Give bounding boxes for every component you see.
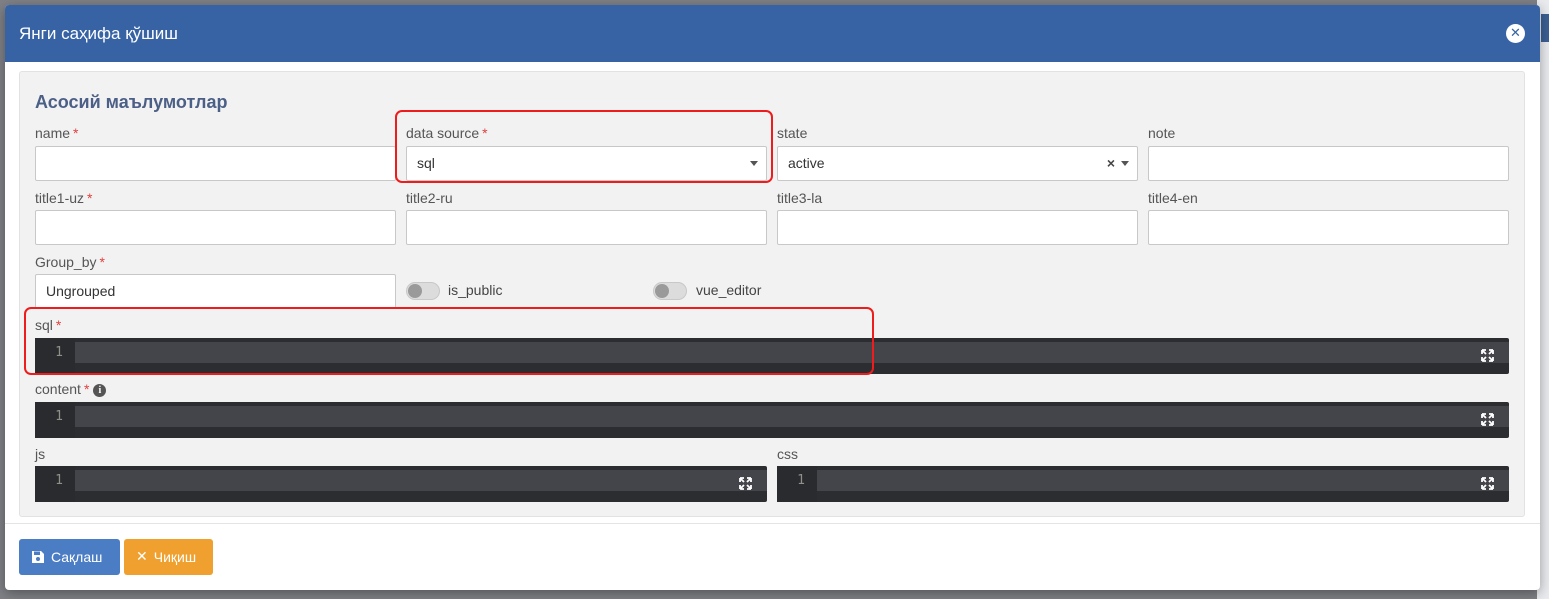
required-mark: * xyxy=(482,125,488,141)
save-button-label: Сақлаш xyxy=(51,549,103,565)
clear-icon[interactable]: × xyxy=(1107,147,1115,180)
group-by-input[interactable]: Ungrouped xyxy=(35,274,396,309)
state-label: state xyxy=(777,125,808,141)
required-mark: * xyxy=(87,190,93,206)
expand-icon[interactable] xyxy=(1481,477,1494,490)
info-icon[interactable]: i xyxy=(93,384,107,397)
section-title: Асосий маълумотлар xyxy=(35,92,228,112)
x-icon: ✕ xyxy=(136,549,148,565)
modal-header: Янги саҳифа қўшиш ✕ xyxy=(5,5,1540,62)
required-mark: * xyxy=(55,317,62,333)
note-label: note xyxy=(1148,125,1176,141)
required-mark: * xyxy=(73,125,79,141)
css-editor[interactable]: 1 xyxy=(777,466,1509,502)
exit-button-label: Чиқиш xyxy=(153,549,197,565)
title2-label: title2-ru xyxy=(406,190,453,206)
data-source-label-text: data source xyxy=(406,125,480,141)
chevron-down-icon xyxy=(750,161,758,166)
js-editor[interactable]: 1 xyxy=(35,466,767,502)
expand-icon[interactable] xyxy=(1481,349,1494,362)
title3-label: title3-la xyxy=(777,190,823,206)
vue-editor-label: vue_editor xyxy=(696,282,762,298)
vue-editor-toggle[interactable] xyxy=(653,282,687,300)
name-input[interactable] xyxy=(35,146,396,181)
toggle-knob xyxy=(408,284,422,298)
active-line xyxy=(817,470,1509,491)
name-label-text: name xyxy=(35,125,71,141)
exit-button[interactable]: ✕ Чиқиш xyxy=(124,539,213,575)
sql-label-text: sql xyxy=(35,317,53,333)
expand-icon[interactable] xyxy=(739,477,752,490)
active-line xyxy=(75,406,1509,427)
add-page-modal: Янги саҳифа қўшиш ✕ Асосий маълумотлар n… xyxy=(5,5,1540,590)
content-label: content * i xyxy=(35,381,107,397)
title4-en-input[interactable] xyxy=(1148,210,1509,245)
main-info-panel: Асосий маълумотлар name * data source * sq… xyxy=(19,71,1525,517)
css-label: css xyxy=(777,446,798,462)
close-icon[interactable]: ✕ xyxy=(1506,24,1525,43)
modal-title: Янги саҳифа қўшиш xyxy=(19,23,178,43)
state-value: active xyxy=(788,155,825,171)
active-line xyxy=(75,342,1509,363)
line-number: 1 xyxy=(35,466,75,502)
group-by-label-text: Group_by xyxy=(35,254,97,270)
active-line xyxy=(75,470,767,491)
title3-la-input[interactable] xyxy=(777,210,1138,245)
data-source-select[interactable]: sql xyxy=(406,146,767,181)
note-input[interactable] xyxy=(1148,146,1509,181)
name-label: name * xyxy=(35,125,78,141)
title1-uz-input[interactable] xyxy=(35,210,396,245)
background-tab xyxy=(1541,14,1549,42)
data-source-value: sql xyxy=(417,155,435,171)
toggle-knob xyxy=(655,284,669,298)
sql-editor[interactable]: 1 xyxy=(35,338,1509,374)
line-number: 1 xyxy=(35,402,75,438)
save-button[interactable]: Сақлаш xyxy=(19,539,120,575)
content-label-text: content xyxy=(35,381,81,397)
is-public-toggle[interactable] xyxy=(406,282,440,300)
line-number: 1 xyxy=(35,338,75,374)
title1-label: title1-uz * xyxy=(35,190,92,206)
content-editor[interactable]: 1 xyxy=(35,402,1509,438)
required-mark: * xyxy=(83,381,90,397)
title2-ru-input[interactable] xyxy=(406,210,767,245)
is-public-label: is_public xyxy=(448,282,503,298)
js-label: js xyxy=(35,446,46,462)
sql-label: sql * xyxy=(35,317,61,333)
footer-divider xyxy=(5,523,1540,524)
line-number: 1 xyxy=(777,466,817,502)
title4-label: title4-en xyxy=(1148,190,1198,206)
title1-label-text: title1-uz xyxy=(35,190,85,206)
group-by-label: Group_by * xyxy=(35,254,105,270)
expand-icon[interactable] xyxy=(1481,413,1494,426)
chevron-down-icon xyxy=(1121,161,1129,166)
floppy-disk-icon xyxy=(32,551,44,563)
data-source-label: data source * xyxy=(406,125,488,141)
required-mark: * xyxy=(99,254,105,270)
state-select[interactable]: active × xyxy=(777,146,1138,181)
